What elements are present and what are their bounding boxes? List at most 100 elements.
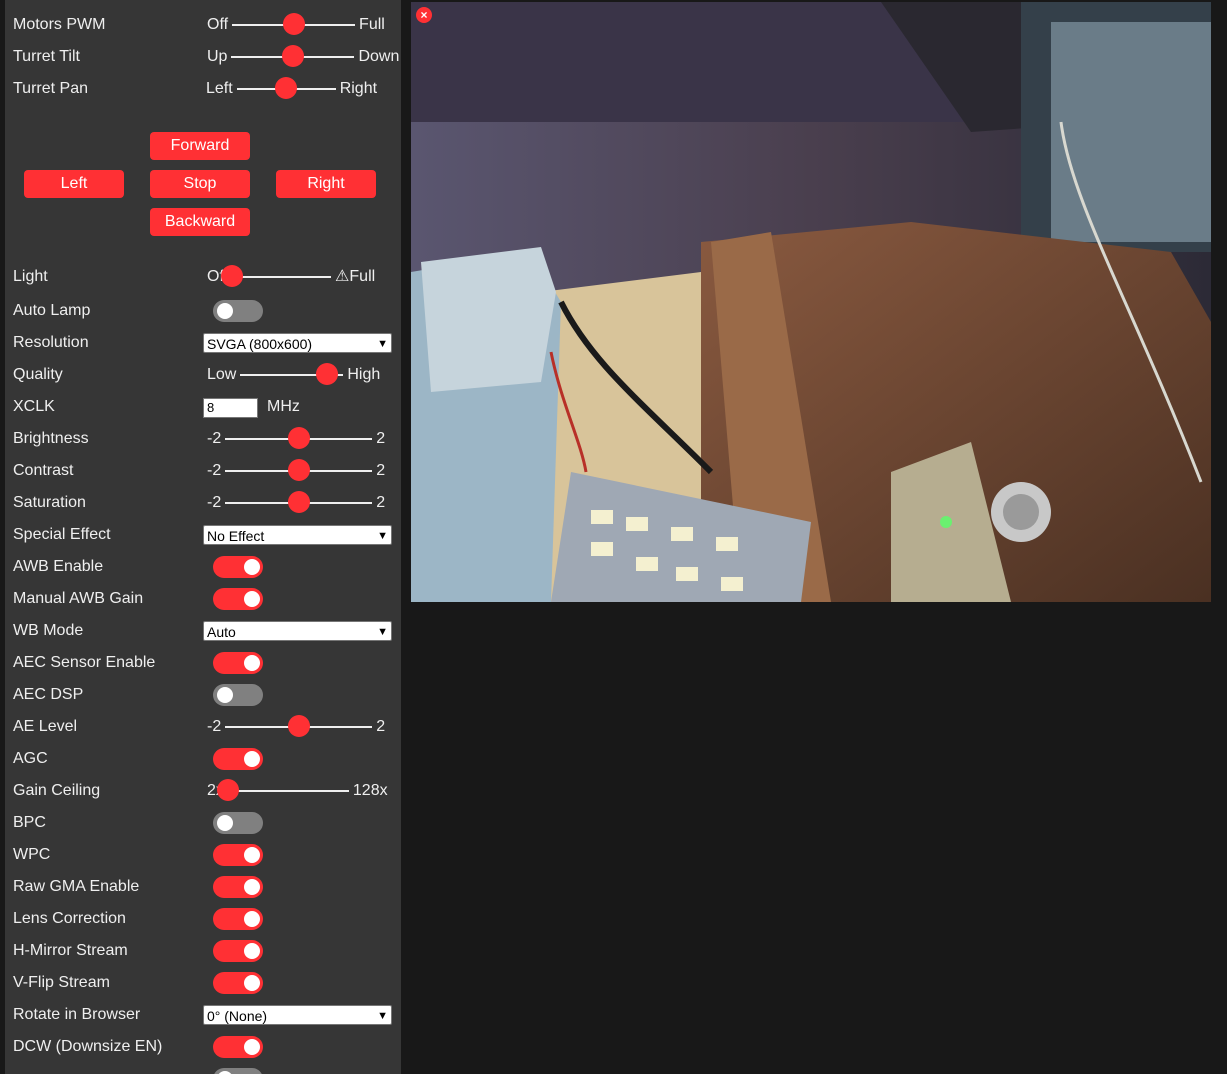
ae-level-slider[interactable]: -2 2 xyxy=(207,711,385,743)
motors-pwm-row: Motors PWM Off Full xyxy=(13,9,393,41)
toggle-knob xyxy=(244,751,260,767)
saturation-row: Saturation -2 2 xyxy=(13,487,393,519)
contrast-label: Contrast xyxy=(13,462,74,479)
aec-sensor-label: AEC Sensor Enable xyxy=(13,654,156,671)
wpc-label: WPC xyxy=(13,846,51,863)
chevron-down-icon: ▼ xyxy=(377,626,388,638)
rotate-select[interactable]: 0° (None) ▼ xyxy=(203,1005,392,1025)
settings-panel: Motors PWM Off Full Turret Tilt Up Down … xyxy=(5,0,401,1074)
raw-gma-toggle[interactable] xyxy=(213,876,263,898)
brightness-slider[interactable]: -2 2 xyxy=(207,423,385,455)
turret-pan-thumb[interactable] xyxy=(275,77,298,99)
stop-button[interactable]: Stop xyxy=(150,170,250,198)
special-effect-select[interactable]: No Effect ▼ xyxy=(203,525,392,545)
saturation-track[interactable] xyxy=(225,491,373,513)
quality-max: High xyxy=(347,366,381,383)
motors-pwm-slider[interactable]: Off Full xyxy=(207,9,385,41)
ae-level-max: 2 xyxy=(376,718,386,735)
awb-enable-toggle[interactable] xyxy=(213,556,263,578)
brightness-min: -2 xyxy=(207,430,222,447)
left-button[interactable]: Left xyxy=(24,170,124,198)
agc-label: AGC xyxy=(13,750,48,767)
saturation-thumb[interactable] xyxy=(287,491,310,513)
bpc-toggle[interactable] xyxy=(213,812,263,834)
wb-mode-row: WB Mode Auto ▼ xyxy=(13,615,393,647)
backward-button[interactable]: Backward xyxy=(150,208,250,236)
close-icon[interactable]: × xyxy=(416,7,432,23)
partial-toggle[interactable] xyxy=(213,1068,263,1074)
toggle-knob xyxy=(244,879,260,895)
raw-gma-label: Raw GMA Enable xyxy=(13,878,140,895)
ae-level-track[interactable] xyxy=(225,715,373,737)
light-row: Light Off ⚠Full xyxy=(13,261,393,293)
wb-mode-value: Auto xyxy=(207,624,236,640)
toggle-knob xyxy=(244,975,260,991)
gain-ceiling-slider[interactable]: 2x 128x xyxy=(207,775,388,807)
light-slider[interactable]: Off ⚠Full xyxy=(207,261,375,293)
turret-tilt-thumb[interactable] xyxy=(281,45,304,67)
special-effect-label: Special Effect xyxy=(13,526,111,543)
vflip-row: V-Flip Stream xyxy=(13,967,393,999)
toggle-knob xyxy=(244,943,260,959)
raw-gma-row: Raw GMA Enable xyxy=(13,871,393,903)
light-max: ⚠Full xyxy=(335,268,376,285)
ae-level-row: AE Level -2 2 xyxy=(13,711,393,743)
aec-sensor-toggle[interactable] xyxy=(213,652,263,674)
light-track[interactable] xyxy=(221,265,332,287)
motors-pwm-max: Full xyxy=(359,16,385,33)
wpc-toggle[interactable] xyxy=(213,844,263,866)
motors-pwm-track[interactable] xyxy=(232,13,356,35)
turret-pan-track[interactable] xyxy=(236,77,336,99)
resolution-select[interactable]: SVGA (800x600) ▼ xyxy=(203,333,392,353)
turret-pan-slider[interactable]: Left Right xyxy=(206,73,377,105)
auto-lamp-toggle[interactable] xyxy=(213,300,263,322)
forward-button[interactable]: Forward xyxy=(150,132,250,160)
xclk-input[interactable]: 8 xyxy=(203,398,258,418)
contrast-track[interactable] xyxy=(225,459,373,481)
light-thumb[interactable] xyxy=(221,265,244,287)
turret-tilt-slider[interactable]: Up Down xyxy=(207,41,399,73)
auto-lamp-row: Auto Lamp xyxy=(13,295,393,327)
contrast-thumb[interactable] xyxy=(287,459,310,481)
agc-toggle[interactable] xyxy=(213,748,263,770)
rotate-row: Rotate in Browser 0° (None) ▼ xyxy=(13,999,393,1031)
manual-awb-gain-label: Manual AWB Gain xyxy=(13,590,144,607)
aec-dsp-toggle[interactable] xyxy=(213,684,263,706)
lens-correction-toggle[interactable] xyxy=(213,908,263,930)
saturation-slider[interactable]: -2 2 xyxy=(207,487,385,519)
quality-thumb[interactable] xyxy=(315,363,338,385)
gain-ceiling-thumb[interactable] xyxy=(216,779,239,801)
hmirror-label: H-Mirror Stream xyxy=(13,942,128,959)
camera-stream[interactable] xyxy=(411,2,1211,602)
special-effect-value: No Effect xyxy=(207,528,265,544)
manual-awb-gain-toggle[interactable] xyxy=(213,588,263,610)
turret-tilt-track[interactable] xyxy=(231,45,355,67)
brightness-thumb[interactable] xyxy=(287,427,310,449)
vflip-toggle[interactable] xyxy=(213,972,263,994)
turret-tilt-row: Turret Tilt Up Down xyxy=(13,41,399,73)
ae-level-thumb[interactable] xyxy=(287,715,310,737)
hmirror-toggle[interactable] xyxy=(213,940,263,962)
wpc-row: WPC xyxy=(13,839,393,871)
toggle-knob xyxy=(244,559,260,575)
toggle-knob xyxy=(217,687,233,703)
turret-tilt-label: Turret Tilt xyxy=(13,48,80,65)
gain-ceiling-track[interactable] xyxy=(216,779,349,801)
toggle-knob xyxy=(244,655,260,671)
brightness-track[interactable] xyxy=(225,427,373,449)
xclk-label: XCLK xyxy=(13,398,55,415)
quality-min: Low xyxy=(207,366,237,383)
quality-slider[interactable]: Low High xyxy=(207,359,380,391)
motors-pwm-thumb[interactable] xyxy=(282,13,305,35)
right-button[interactable]: Right xyxy=(276,170,376,198)
gain-ceiling-max: 128x xyxy=(352,782,388,799)
turret-pan-max: Right xyxy=(339,80,378,97)
turret-tilt-max: Down xyxy=(358,48,400,65)
toggle-knob xyxy=(217,303,233,319)
contrast-slider[interactable]: -2 2 xyxy=(207,455,385,487)
quality-track[interactable] xyxy=(240,363,344,385)
toggle-knob xyxy=(244,591,260,607)
dcw-label: DCW (Downsize EN) xyxy=(13,1038,163,1055)
dcw-toggle[interactable] xyxy=(213,1036,263,1058)
wb-mode-select[interactable]: Auto ▼ xyxy=(203,621,392,641)
